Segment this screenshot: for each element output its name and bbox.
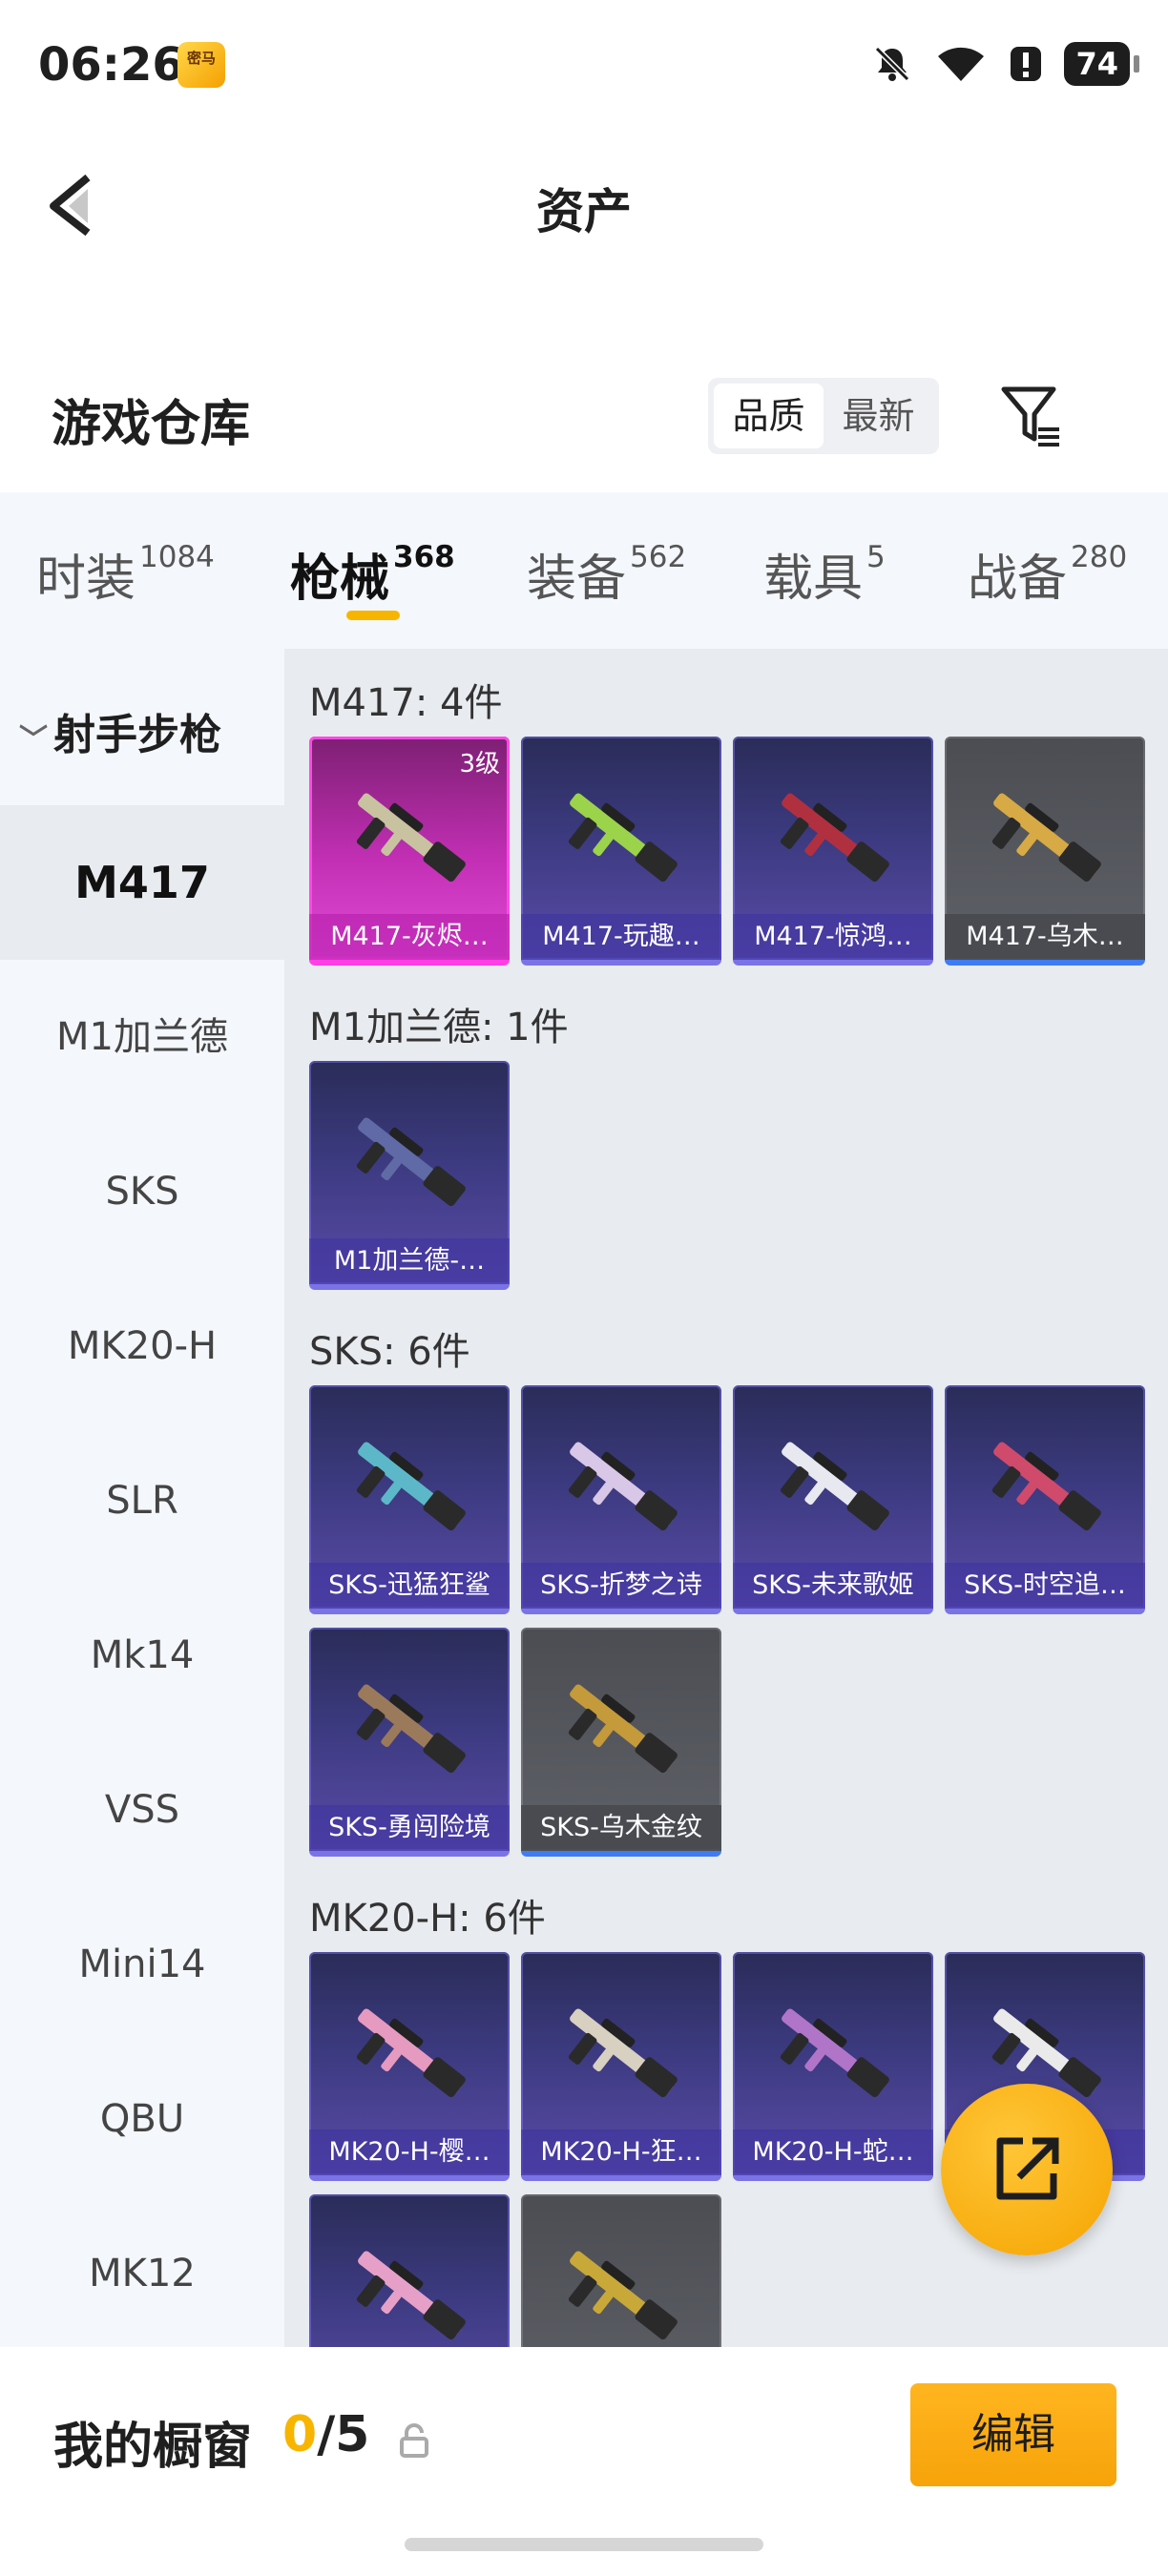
showcase-bar: 我的橱窗 0/5 编辑 — [0, 2347, 1168, 2576]
sort-toggle: 品质 最新 — [708, 378, 939, 454]
battery-icon: 74 — [1064, 42, 1139, 86]
home-indicator — [405, 2538, 763, 2551]
sidebar-item-slr[interactable]: SLR — [0, 1423, 284, 1578]
category-tabs: 时装 1084 枪械 368 装备 562 载具 5 战备 280 — [0, 492, 1168, 649]
level-badge: 3级 — [459, 750, 500, 779]
rifle-icon — [568, 2008, 678, 2098]
sort-latest-button[interactable]: 最新 — [824, 384, 933, 448]
weapon-skin-card[interactable] — [309, 2194, 510, 2347]
edit-showcase-button[interactable]: 编辑 — [910, 2383, 1116, 2486]
weapon-skin-card[interactable]: SKS-勇闯险境 — [309, 1628, 510, 1857]
share-out-icon — [996, 2137, 1059, 2200]
weapon-skin-card[interactable]: MK20-H-狂… — [521, 1952, 721, 2181]
sort-quality-button[interactable]: 品质 — [714, 384, 824, 448]
tab-equipment[interactable]: 装备 562 — [527, 538, 686, 610]
group-title: M417: 4件 — [309, 681, 503, 725]
status-bar: 06:26 密马 74 — [0, 0, 1168, 134]
rifle-icon — [991, 793, 1101, 883]
rifle-icon — [780, 2008, 889, 2098]
lock-icon — [400, 2423, 428, 2458]
rifle-icon — [356, 2251, 466, 2340]
weapon-skin-label: MK20-H-狂… — [521, 2129, 721, 2175]
rifle-icon — [568, 1442, 678, 1531]
active-tab-indicator — [346, 611, 400, 620]
weapon-skin-label: SKS-时空追… — [945, 1563, 1145, 1609]
tab-fashion[interactable]: 时装 1084 — [36, 538, 215, 610]
group-title: M1加兰德: 1件 — [309, 1006, 569, 1049]
weapon-skin-label: SKS-未来歌姬 — [733, 1563, 933, 1609]
status-time: 06:26 — [38, 38, 184, 92]
weapon-skin-label: MK20-H-蛇… — [733, 2129, 933, 2175]
sidebar-category-header[interactable]: ﹀ 射手步枪 — [19, 700, 221, 761]
rifle-icon — [780, 1442, 889, 1531]
rifle-icon — [356, 1684, 466, 1774]
weapon-skin-card[interactable]: MK20-H-樱… — [309, 1952, 510, 2181]
weapon-skin-card[interactable]: M417-惊鸿… — [733, 737, 933, 966]
sidebar-item-qbu[interactable]: QBU — [0, 2042, 284, 2196]
weapon-skin-card[interactable]: MK20-H-蛇… — [733, 1952, 933, 2181]
weapon-skin-card[interactable] — [521, 2194, 721, 2347]
weapon-skin-label: SKS-勇闯险境 — [309, 1805, 510, 1851]
showcase-label: 我的橱窗 — [53, 2419, 253, 2476]
status-icons: 74 — [871, 42, 1139, 86]
alert-icon — [1011, 47, 1042, 81]
rifle-icon — [356, 1117, 466, 1207]
weapon-skin-label: M417-乌木… — [945, 914, 1145, 960]
tab-firearms[interactable]: 枪械 368 — [290, 538, 455, 610]
weapon-skin-card[interactable]: SKS-折梦之诗 — [521, 1385, 721, 1614]
group-title: SKS: 6件 — [309, 1330, 470, 1374]
weapon-skin-card[interactable]: SKS-时空追… — [945, 1385, 1145, 1614]
rifle-icon — [568, 793, 678, 883]
showcase-count: 0/5 — [282, 2406, 370, 2463]
sidebar-item-sks[interactable]: SKS — [0, 1114, 284, 1269]
asset-page: 06:26 密马 74 资产 游戏仓库 品质 最新 时装 1084 枪械 368… — [0, 0, 1168, 2576]
sidebar-item-mk12[interactable]: MK12 — [0, 2196, 284, 2351]
group-title: MK20-H: 6件 — [309, 1897, 546, 1941]
page-title: 资产 — [536, 184, 632, 239]
chevron-down-icon: ﹀ — [19, 723, 48, 757]
weapon-skin-label: MK20-H-樱… — [309, 2129, 510, 2175]
rifle-icon — [356, 793, 466, 883]
weapon-skin-card[interactable]: SKS-未来歌姬 — [733, 1385, 933, 1614]
filter-icon[interactable] — [998, 382, 1065, 448]
weapon-skin-label: M1加兰德-… — [309, 1238, 510, 1284]
weapon-skin-card[interactable]: 3级 M417-灰烬… — [309, 737, 510, 966]
sidebar-item-m1-garand[interactable]: M1加兰德 — [0, 960, 284, 1114]
weapon-skin-label: SKS-乌木金纹 — [521, 1805, 721, 1851]
weapon-skin-label: M417-惊鸿… — [733, 914, 933, 960]
weapon-skin-label: SKS-迅猛狂鲨 — [309, 1563, 510, 1609]
weapon-skin-label: M417-玩趣… — [521, 914, 721, 960]
sidebar-item-vss[interactable]: VSS — [0, 1733, 284, 1887]
rifle-icon — [356, 2008, 466, 2098]
app-notification-icon: 密马 — [177, 42, 225, 88]
weapon-skin-card[interactable]: M1加兰德-… — [309, 1061, 510, 1290]
rifle-icon — [568, 1684, 678, 1774]
weapon-skin-label: SKS-折梦之诗 — [521, 1563, 721, 1609]
rifle-icon — [780, 793, 889, 883]
wifi-icon — [938, 47, 985, 81]
sidebar-item-m417[interactable]: M417 — [0, 805, 284, 960]
rifle-icon — [356, 1442, 466, 1531]
tab-vehicles[interactable]: 载具 5 — [763, 538, 886, 610]
sidebar-item-mk14[interactable]: Mk14 — [0, 1578, 284, 1733]
sidebar-item-mk20h[interactable]: MK20-H — [0, 1269, 284, 1423]
weapon-sidebar: ﹀ 射手步枪 M417 M1加兰德 SKS MK20-H SLR Mk14 VSS… — [0, 649, 284, 2347]
tab-combat-gear[interactable]: 战备 280 — [968, 538, 1127, 610]
weapon-skin-card[interactable]: M417-玩趣… — [521, 737, 721, 966]
weapon-skin-label: M417-灰烬… — [309, 914, 510, 960]
share-button[interactable] — [941, 2084, 1113, 2255]
warehouse-title: 游戏仓库 — [52, 396, 251, 453]
rifle-icon — [568, 2251, 678, 2340]
weapon-skin-card[interactable]: M417-乌木… — [945, 737, 1145, 966]
sidebar-item-mini14[interactable]: Mini14 — [0, 1887, 284, 2042]
weapon-skin-card[interactable]: SKS-乌木金纹 — [521, 1628, 721, 1857]
mute-bell-icon — [875, 46, 910, 82]
rifle-icon — [991, 1442, 1101, 1531]
weapon-skin-card[interactable]: SKS-迅猛狂鲨 — [309, 1385, 510, 1614]
